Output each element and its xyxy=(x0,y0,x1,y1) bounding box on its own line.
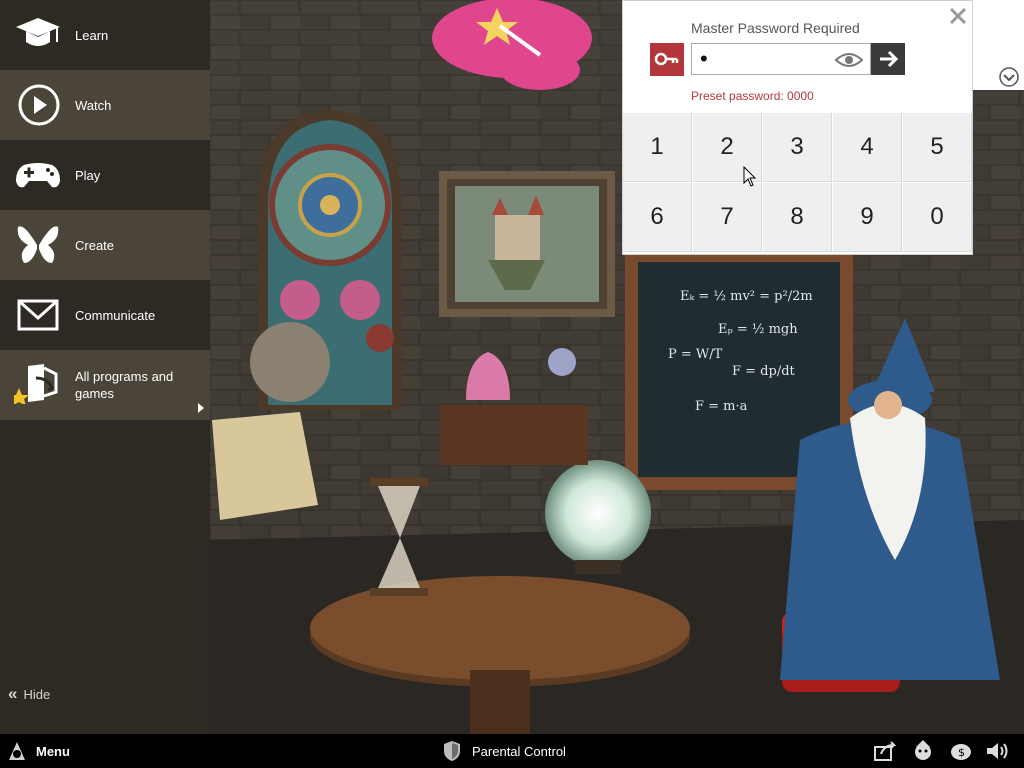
arrow-right-icon xyxy=(880,50,899,68)
chevron-down-circle-icon[interactable] xyxy=(998,66,1020,88)
keypad-key-5[interactable]: 5 xyxy=(903,113,972,182)
keypad-key-8[interactable]: 8 xyxy=(763,183,832,252)
svg-text:Eₖ = ½ mv² = p²/2m: Eₖ = ½ mv² = p²/2m xyxy=(680,289,813,304)
svg-text:P = W/T: P = W/T xyxy=(668,347,723,362)
keypad-key-6[interactable]: 6 xyxy=(623,183,692,252)
piggy-bank-icon[interactable]: $ xyxy=(948,739,974,763)
sidebar-item-label: Create xyxy=(75,237,115,253)
sidebar: Learn Watch Play Create Communicate All … xyxy=(0,0,210,734)
wizard-logo-icon xyxy=(9,742,25,760)
play-circle-icon xyxy=(18,84,60,126)
dialog-title: Master Password Required xyxy=(691,20,860,36)
sidebar-item-learn[interactable]: Learn xyxy=(0,0,210,70)
envelope-icon xyxy=(17,299,59,331)
hide-sidebar-button[interactable]: « Hide xyxy=(8,684,50,704)
key-badge xyxy=(650,43,684,76)
sidebar-item-all-programs[interactable]: All programs and games xyxy=(0,350,210,420)
menu-button[interactable]: Menu xyxy=(6,739,70,763)
mouse-pointer-icon xyxy=(743,166,757,187)
sidebar-item-label: Watch xyxy=(75,97,112,113)
svg-text:Eₚ = ½ mgh: Eₚ = ½ mgh xyxy=(718,322,798,337)
keypad-key-1[interactable]: 1 xyxy=(623,113,692,182)
password-value: • xyxy=(700,46,708,71)
key-icon xyxy=(654,52,679,66)
keypad-key-0[interactable]: 0 xyxy=(903,183,972,252)
menu-label: Menu xyxy=(36,743,70,759)
svg-text:F = m·a: F = m·a xyxy=(695,399,748,414)
graduation-cap-icon xyxy=(16,18,60,46)
keypad-key-3[interactable]: 3 xyxy=(763,113,832,182)
keypad-key-4[interactable]: 4 xyxy=(833,113,902,182)
share-icon[interactable] xyxy=(872,739,898,763)
keypad-key-7[interactable]: 7 xyxy=(693,183,762,252)
taskbar: Menu Parental Control $ xyxy=(0,734,1024,768)
submit-password-button[interactable] xyxy=(871,43,905,75)
sidebar-item-create[interactable]: Create xyxy=(0,210,210,280)
shield-icon xyxy=(444,741,460,761)
gamepad-icon xyxy=(16,163,60,188)
sidebar-item-label: All programs and games xyxy=(75,369,174,401)
svg-text:$: $ xyxy=(958,746,965,759)
sidebar-item-communicate[interactable]: Communicate xyxy=(0,280,210,350)
parental-control-button[interactable]: Parental Control xyxy=(442,739,566,763)
parental-control-label: Parental Control xyxy=(472,743,566,759)
master-password-dialog: Master Password Required • Preset passwo… xyxy=(622,0,973,255)
close-icon[interactable] xyxy=(947,5,969,27)
sidebar-item-label: Communicate xyxy=(75,307,156,323)
sidebar-item-watch[interactable]: Watch xyxy=(0,70,210,140)
programs-star-icon xyxy=(14,364,58,404)
sidebar-item-play[interactable]: Play xyxy=(0,140,210,210)
keypad-key-9[interactable]: 9 xyxy=(833,183,902,252)
expand-arrow-icon xyxy=(198,403,204,413)
hide-label: Hide xyxy=(23,686,51,702)
wizard-face-icon[interactable] xyxy=(910,739,936,763)
speaker-icon[interactable] xyxy=(984,739,1010,763)
double-chevron-left-icon: « xyxy=(8,684,18,703)
show-password-eye-icon[interactable] xyxy=(834,50,864,70)
butterfly-icon xyxy=(17,226,59,263)
preset-password-hint: Preset password: 0000 xyxy=(691,89,814,103)
svg-text:F = dp/dt: F = dp/dt xyxy=(732,364,796,379)
numeric-keypad: 1 2 3 4 5 6 7 8 9 0 xyxy=(623,113,974,254)
sidebar-item-label: Play xyxy=(75,167,101,183)
password-input[interactable]: • xyxy=(691,43,871,75)
sidebar-item-label: Learn xyxy=(75,27,109,43)
